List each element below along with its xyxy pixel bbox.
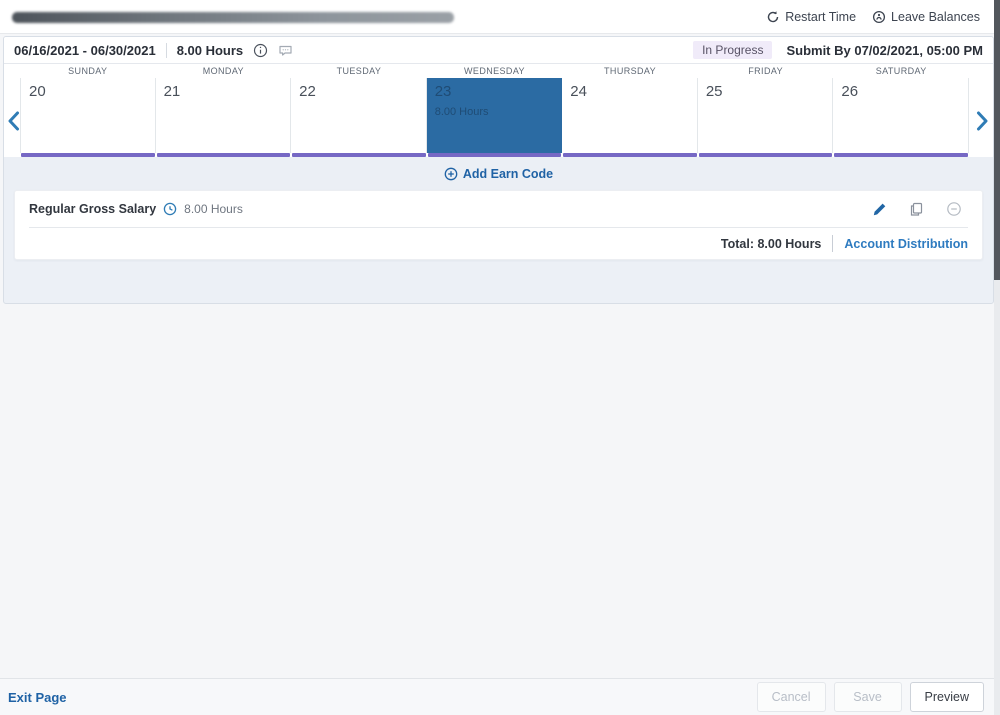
edit-pencil-icon[interactable]	[872, 202, 887, 217]
earn-code-card: Regular Gross Salary 8.00 Hours Total: 8…	[14, 190, 983, 260]
day-name: WEDNESDAY	[464, 66, 525, 76]
scrollbar-thumb[interactable]	[994, 0, 1000, 280]
redacted-title-bar	[12, 11, 454, 23]
calendar-week-row: 20 21 22 23 8.00 Hours 24 25 26	[20, 78, 969, 153]
footer-bar: Exit Page Cancel Save Preview	[0, 678, 1000, 715]
restart-time-button[interactable]: Restart Time	[766, 10, 856, 24]
remove-minus-icon[interactable]	[946, 201, 962, 217]
total-hours-text: Total: 8.00 Hours	[720, 236, 822, 251]
comment-icon[interactable]	[278, 43, 293, 58]
restart-icon	[766, 10, 780, 24]
restart-time-label: Restart Time	[785, 9, 857, 24]
preview-button[interactable]: Preview	[909, 682, 984, 712]
day-hours: 8.00 Hours	[434, 106, 489, 118]
add-earn-code-label: Add Earn Code	[462, 166, 554, 181]
day-name: FRIDAY	[748, 66, 783, 76]
add-earn-code-button[interactable]: Add Earn Code	[444, 167, 553, 181]
pay-period-range: 06/16/2021 - 06/30/2021	[14, 42, 156, 58]
day-number: 26	[841, 83, 859, 100]
day-cell-23-selected[interactable]: 23 8.00 Hours	[426, 78, 563, 153]
day-name: TUESDAY	[336, 66, 382, 76]
day-name: SATURDAY	[875, 66, 927, 76]
top-header: Restart Time Leave Balances	[0, 0, 1000, 34]
earn-code-hours: 8.00 Hours	[184, 202, 243, 216]
save-button[interactable]: Save	[833, 682, 902, 712]
calendar-underline-row	[20, 153, 969, 157]
header-actions: Restart Time Leave Balances	[766, 10, 980, 24]
day-cell-20[interactable]: 20	[20, 78, 156, 153]
leave-balances-icon	[872, 10, 886, 24]
copy-icon[interactable]	[909, 202, 924, 217]
period-bar: 06/16/2021 - 06/30/2021 8.00 Hours In Pr…	[4, 37, 993, 64]
earn-code-row: Regular Gross Salary 8.00 Hours	[15, 191, 982, 227]
add-earn-code-band: Add Earn Code	[4, 157, 993, 190]
day-number: 22	[299, 83, 316, 100]
day-name: THURSDAY	[604, 66, 657, 76]
day-number: 20	[29, 83, 46, 100]
day-number: 21	[163, 83, 181, 100]
day-number: 24	[570, 83, 587, 100]
cancel-button[interactable]: Cancel	[756, 682, 826, 712]
period-total-hours: 8.00 Hours	[176, 42, 244, 58]
day-cell-22[interactable]: 22	[291, 78, 427, 153]
day-number: 23	[434, 83, 452, 100]
exit-page-link[interactable]: Exit Page	[8, 690, 67, 705]
clock-icon	[163, 202, 177, 216]
day-cell-25[interactable]: 25	[697, 78, 834, 153]
timesheet-panel: 06/16/2021 - 06/30/2021 8.00 Hours In Pr…	[3, 36, 994, 304]
vertical-scrollbar[interactable]	[994, 0, 1000, 715]
calendar-day-names: SUNDAY MONDAY TUESDAY WEDNESDAY THURSDAY…	[20, 64, 969, 78]
day-cell-21[interactable]: 21	[155, 78, 292, 153]
day-name: SUNDAY	[68, 66, 108, 76]
day-cell-24[interactable]: 24	[562, 78, 698, 153]
day-cell-26[interactable]: 26	[833, 78, 969, 153]
day-number: 25	[705, 83, 723, 100]
day-name: MONDAY	[202, 66, 244, 76]
next-week-arrow[interactable]	[974, 110, 990, 132]
status-badge: In Progress	[693, 41, 773, 59]
total-row: Total: 8.00 Hours Account Distribution	[15, 228, 982, 259]
plus-circle-icon	[444, 167, 458, 181]
info-icon[interactable]	[253, 43, 268, 58]
divider	[165, 42, 167, 58]
earn-code-name: Regular Gross Salary	[29, 202, 157, 216]
account-distribution-link[interactable]: Account Distribution	[844, 237, 968, 251]
submit-by-text: Submit By 07/02/2021, 05:00 PM	[786, 42, 983, 58]
calendar: SUNDAY MONDAY TUESDAY WEDNESDAY THURSDAY…	[4, 64, 993, 157]
leave-balances-button[interactable]: Leave Balances	[872, 10, 980, 24]
leave-balances-label: Leave Balances	[891, 9, 980, 24]
previous-week-arrow[interactable]	[5, 110, 21, 132]
divider	[832, 235, 834, 252]
